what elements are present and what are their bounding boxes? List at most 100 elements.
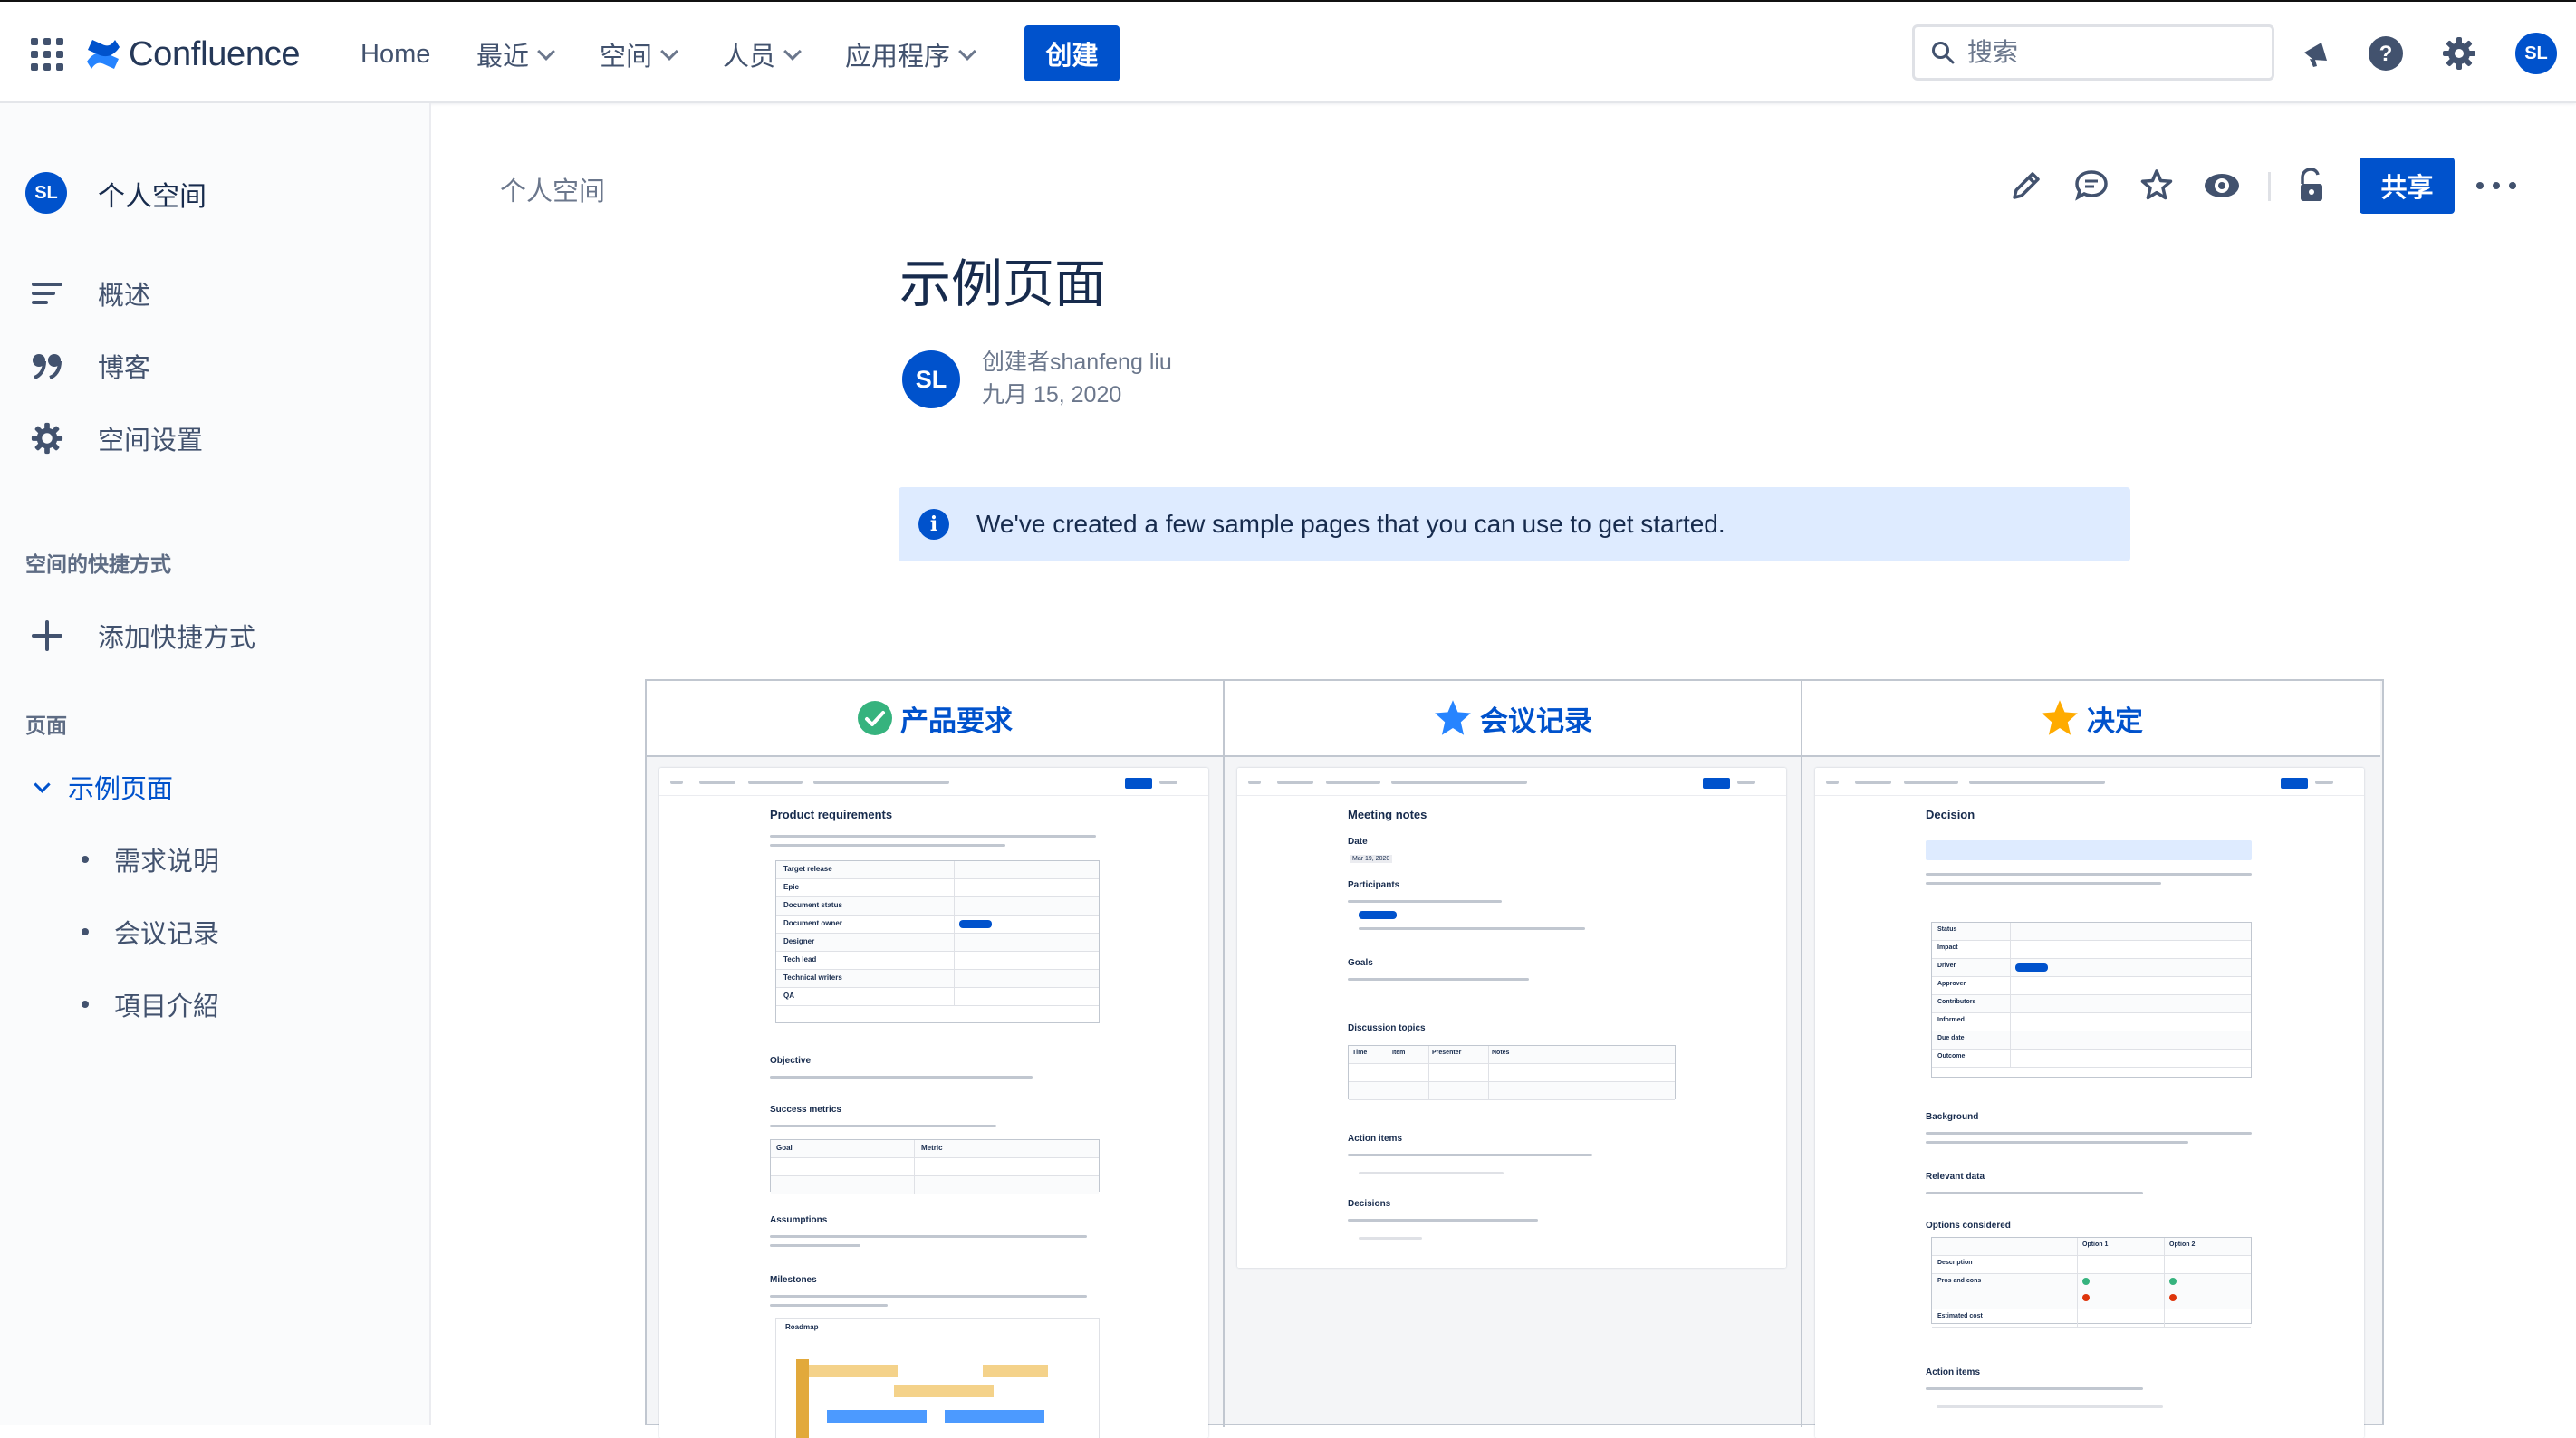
bullet-dot (82, 1001, 89, 1008)
shortcuts-heading: 空间的快捷方式 (25, 552, 171, 576)
template-label: 产品要求 (900, 705, 1013, 737)
templates-table: 产品要求 Product requirements Target release… (645, 679, 2384, 1438)
chevron-down-icon[interactable] (34, 775, 51, 793)
mini-title: Product requirements (770, 808, 893, 821)
chevron-down-icon (537, 42, 555, 61)
add-shortcut-button[interactable]: 添加快捷方式 (25, 612, 255, 659)
info-text: We've created a few sample pages that yo… (976, 510, 1725, 538)
page-tree-root-label: 示例页面 (68, 775, 174, 804)
chevron-down-icon (660, 42, 678, 61)
nav-people-label: 人员 (723, 43, 776, 72)
check-circle-icon (858, 701, 892, 735)
space-avatar[interactable]: SL (25, 172, 67, 214)
nav-apps[interactable]: 应用程序 (845, 36, 976, 72)
breadcrumb[interactable]: 个人空间 (500, 170, 605, 208)
template-link-product-requirements[interactable]: 产品要求 (647, 681, 1223, 757)
search-box[interactable] (1912, 24, 2274, 81)
mini-editor-toolbar (1237, 768, 1786, 796)
nav-people[interactable]: 人员 (723, 36, 802, 72)
created-by[interactable]: 创建者shanfeng liu (982, 344, 1172, 377)
template-column: 决定 Decision Status Impact Driver Approve… (1802, 681, 2380, 1438)
chevron-down-icon (958, 42, 976, 61)
create-button[interactable]: 创建 (1024, 25, 1120, 81)
page-tree-root[interactable]: 示例页面 (34, 768, 173, 806)
mini-options-table: Option 1 Option 2 Description Pros and co… (1931, 1237, 2252, 1328)
template-thumbnail[interactable]: Decision Status Impact Driver Approver C… (1815, 768, 2364, 1438)
bullet-dot (82, 928, 89, 935)
template-label: 决定 (2087, 705, 2143, 737)
settings-gear-icon[interactable] (2438, 33, 2480, 74)
nav-home[interactable]: Home (360, 36, 430, 72)
mini-metrics-table: Goal Metric (770, 1139, 1100, 1194)
user-avatar[interactable]: SL (2515, 33, 2557, 74)
blog-quote-icon (25, 344, 69, 388)
chevron-down-icon (783, 42, 802, 61)
page-tree-item-label: 項目介紹 (114, 992, 220, 1021)
edit-pencil-icon[interactable] (2002, 161, 2051, 210)
star-icon[interactable] (2132, 161, 2181, 210)
space-name[interactable]: 个人空间 (98, 174, 207, 214)
mini-topics-table: Time Item Presenter Notes (1348, 1045, 1676, 1100)
mini-decision-table: Status Impact Driver Approver Contributo… (1931, 922, 2252, 1078)
notifications-megaphone-icon[interactable] (2295, 33, 2337, 74)
mini-editor-toolbar (659, 768, 1208, 796)
page-tree-item[interactable]: 項目介紹 (82, 985, 219, 1023)
template-column: 会议记录 Meeting notes Date Mar 19, 2020 Par… (1225, 681, 1802, 1427)
share-button[interactable]: 共享 (2360, 158, 2455, 214)
template-link-decision[interactable]: 决定 (1802, 681, 2380, 757)
top-navigation: Confluence Home 最近 空间 人员 应用程序 创建 ? SL (0, 0, 2576, 103)
svg-text:?: ? (2379, 42, 2393, 66)
sidebar-item-overview[interactable]: 概述 (25, 270, 150, 317)
watch-eye-icon[interactable] (2197, 161, 2246, 210)
add-shortcut-label: 添加快捷方式 (98, 624, 256, 653)
info-panel: i We've created a few sample pages that … (899, 487, 2130, 561)
app-switcher-icon[interactable] (31, 38, 63, 71)
sidebar-item-blog[interactable]: 博客 (25, 342, 150, 389)
nav-spaces[interactable]: 空间 (600, 36, 678, 72)
template-label: 会议记录 (1480, 705, 1592, 737)
nav-recent[interactable]: 最近 (476, 36, 555, 72)
mini-title: Decision (1926, 808, 1975, 821)
info-icon: i (918, 509, 949, 540)
mini-roadmap: Roadmap (775, 1318, 1100, 1438)
sidebar-item-label: 概述 (98, 282, 151, 311)
mini-details-table: Target release Epic Document status Docu… (775, 860, 1100, 1023)
search-icon (1932, 42, 1955, 64)
bullet-dot (82, 856, 89, 863)
author-avatar[interactable]: SL (902, 350, 960, 408)
created-date: 九月 15, 2020 (982, 382, 1122, 407)
overview-icon (25, 272, 69, 315)
unlock-icon[interactable] (2286, 161, 2335, 210)
confluence-logo-icon (87, 40, 120, 69)
page-tree-item-label: 需求说明 (114, 848, 220, 877)
page-tree-item-label: 会议记录 (114, 920, 220, 949)
more-actions-icon[interactable] (2476, 170, 2516, 201)
plus-icon (25, 614, 69, 657)
page-tree-item[interactable]: 会议记录 (82, 913, 219, 951)
nav-apps-label: 应用程序 (845, 43, 951, 72)
star-blue-icon (1435, 700, 1471, 735)
page-title: 示例页面 (899, 255, 1106, 313)
confluence-logo[interactable]: Confluence (85, 33, 301, 76)
mini-editor-toolbar (1815, 768, 2364, 796)
nav-recent-label: 最近 (476, 43, 530, 72)
toolbar-divider (2268, 172, 2271, 201)
mini-title: Meeting notes (1348, 808, 1427, 821)
sidebar-item-label: 空间设置 (98, 427, 204, 455)
template-link-meeting-notes[interactable]: 会议记录 (1225, 681, 1801, 757)
product-name: Confluence (129, 34, 301, 73)
sidebar-item-label: 博客 (98, 354, 151, 383)
gear-icon (25, 417, 69, 460)
pages-heading: 页面 (25, 714, 67, 737)
help-icon[interactable]: ? (2365, 33, 2407, 74)
template-column: 产品要求 Product requirements Target release… (647, 681, 1225, 1438)
nav-home-label: Home (360, 39, 431, 69)
search-input[interactable] (1966, 37, 2259, 68)
template-thumbnail[interactable]: Meeting notes Date Mar 19, 2020 Particip… (1237, 768, 1786, 1268)
comment-icon[interactable] (2067, 161, 2116, 210)
space-sidebar: SL 个人空间 概述 博客 空间设置 空间的快捷方式 添加快捷方式 页面 示例页… (0, 103, 431, 1425)
nav-spaces-label: 空间 (600, 43, 653, 72)
page-tree-item[interactable]: 需求说明 (82, 840, 219, 878)
template-thumbnail[interactable]: Product requirements Target release Epic… (659, 768, 1208, 1438)
sidebar-item-space-settings[interactable]: 空间设置 (25, 415, 203, 462)
